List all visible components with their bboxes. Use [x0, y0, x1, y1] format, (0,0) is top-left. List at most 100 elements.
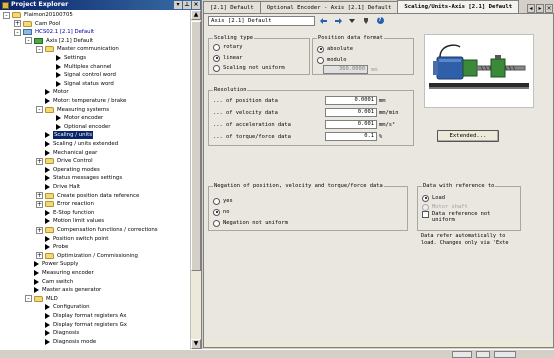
expand-icon[interactable]: + [36, 157, 43, 165]
expand-icon[interactable]: + [36, 192, 43, 200]
tree-item[interactable]: Diagnosis [36, 329, 79, 337]
tree-item[interactable]: Display format registers Ax [36, 312, 126, 320]
axis-selector-field[interactable]: Axis [2.1] Default [208, 15, 315, 26]
collapse-icon[interactable]: - [14, 28, 21, 36]
collapse-icon[interactable]: - [25, 295, 32, 303]
tree-item[interactable]: Signal control word [47, 71, 116, 79]
tree-item[interactable]: E-Stop function [36, 209, 94, 217]
expand-icon[interactable]: + [36, 226, 43, 234]
radio-load[interactable]: Load [422, 194, 445, 202]
radio-absolute[interactable]: absolute [317, 45, 353, 53]
radio-negation-not-uniform[interactable]: Negation not uniform [213, 219, 288, 227]
tree-item[interactable]: Position switch point [36, 235, 108, 243]
radio-scaling-not-uniform-button[interactable] [213, 64, 220, 72]
tree-item[interactable]: - HCS02.1 [2.1] Default [14, 28, 94, 36]
tree-item[interactable]: - Axis [2.1] Default [25, 37, 93, 45]
connection-icon[interactable] [476, 351, 490, 358]
tree-item[interactable]: + Optimization / Commissioning [36, 252, 138, 260]
radio-negation-no[interactable]: no [213, 208, 230, 216]
collapse-icon[interactable]: - [25, 37, 32, 45]
tree-vertical-scrollbar[interactable]: ▲ ▼ [190, 10, 201, 349]
tree-item[interactable]: Power Supply [25, 260, 78, 268]
tree-item[interactable]: Mechanical gear [36, 149, 97, 157]
scroll-thumb[interactable] [191, 21, 201, 271]
settings-icon[interactable] [361, 16, 371, 26]
scroll-up-icon[interactable]: ▲ [191, 10, 201, 20]
radio-modulo-button[interactable] [317, 56, 324, 64]
expand-icon[interactable]: + [36, 200, 43, 208]
dropdown-arrow-icon[interactable] [347, 16, 357, 26]
tree-item[interactable]: - Master communication [36, 45, 119, 53]
radio-scaling-not-uniform[interactable]: Scaling not uniform [213, 64, 285, 72]
tree-item[interactable]: Optional encoder [47, 123, 110, 131]
pin-icon[interactable]: ⊥ [183, 1, 191, 9]
radio-motor-shaft-button[interactable] [422, 203, 429, 211]
tree-item[interactable]: Motion limit values [36, 217, 104, 225]
data-reference-checkbox-row[interactable]: Data reference not uniform [422, 211, 502, 225]
tree-item[interactable]: Motor [36, 88, 69, 96]
radio-negation-not-uniform-button[interactable] [213, 219, 220, 227]
tree-item[interactable]: Settings [47, 54, 86, 62]
network-status-icon[interactable] [452, 351, 472, 358]
radio-rotary-button[interactable] [213, 43, 220, 51]
device-status-icon[interactable] [494, 351, 516, 358]
tree-item[interactable]: + Error reaction [36, 200, 94, 208]
tree-item[interactable]: Measuring encoder [25, 269, 94, 277]
tree-item[interactable]: Motor: temperature / brake [36, 97, 126, 105]
scroll-down-icon[interactable]: ▼ [191, 339, 201, 349]
extended-button[interactable]: Extended... [437, 130, 499, 142]
tab-close-icon[interactable]: × [545, 4, 553, 13]
tree-item[interactable]: Drive Halt [36, 183, 80, 191]
collapse-icon[interactable]: - [36, 45, 43, 53]
tree-item[interactable]: - Measuring systems [36, 106, 109, 114]
tree-item[interactable]: Configuration [36, 303, 90, 311]
radio-negation-yes-button[interactable] [213, 197, 220, 205]
tree-item[interactable]: Signal status word [47, 80, 114, 88]
tree-item[interactable]: Motor encoder [47, 114, 103, 122]
tree-item[interactable]: + Drive Control [36, 157, 93, 165]
collapse-icon[interactable]: - [3, 11, 10, 19]
tree-item[interactable]: Probe [36, 243, 68, 251]
tree-item[interactable]: + Create position data reference [36, 192, 139, 200]
tree-item[interactable]: Scaling / units [36, 131, 94, 140]
tree-item[interactable]: Multiplex channel [47, 63, 112, 71]
nav-back-icon[interactable] [319, 16, 329, 26]
radio-rotary[interactable]: rotary [213, 43, 242, 51]
radio-modulo[interactable]: modulo [317, 56, 346, 64]
torque-resolution-field[interactable]: 0.1 [325, 132, 377, 141]
tab-optional-encoder[interactable]: Optional Encoder - Axis [2.1] Default [259, 1, 399, 13]
help-icon[interactable]: ? [375, 16, 385, 26]
tree-item[interactable]: - MLD [25, 295, 58, 303]
tree-item[interactable]: Display format registers Gx [36, 321, 127, 329]
content-horizontal-scrollbar[interactable] [204, 340, 553, 347]
collapse-icon[interactable]: - [36, 106, 43, 114]
radio-linear-button[interactable] [213, 54, 220, 62]
tab-scroll-left-icon[interactable]: ◂ [527, 4, 535, 13]
tab-scaling-units[interactable]: Scaling/Units-Axis [2.1] Default [397, 0, 520, 13]
tree-item[interactable]: + Cam Pool [14, 20, 60, 28]
radio-linear[interactable]: linear [213, 54, 242, 62]
acceleration-resolution-field[interactable]: 0.001 [325, 120, 377, 129]
modulo-value-field[interactable]: 360.0000 [323, 65, 368, 74]
data-reference-checkbox[interactable] [422, 211, 429, 218]
expand-icon[interactable]: + [36, 252, 43, 260]
radio-absolute-button[interactable] [317, 45, 324, 53]
velocity-resolution-field[interactable]: 0.001 [325, 108, 377, 117]
close-icon[interactable]: × [192, 1, 200, 9]
tree-item[interactable]: Cam switch [25, 278, 73, 286]
tree-item[interactable]: Diagnosis mode [36, 338, 96, 346]
tree-item[interactable]: - Flaimon20100705 [3, 11, 73, 19]
tab-scroll-right-icon[interactable]: ▸ [536, 4, 544, 13]
tab-default[interactable]: [2.1] Default [203, 1, 261, 13]
radio-negation-no-button[interactable] [213, 208, 220, 216]
nav-forward-icon[interactable] [333, 16, 343, 26]
radio-load-button[interactable] [422, 194, 429, 202]
expand-icon[interactable]: + [14, 20, 21, 28]
tree-item[interactable]: Operating modes [36, 166, 100, 174]
tree-item[interactable]: Scaling / units extended [36, 140, 118, 148]
tree-item[interactable]: Master axis generator [25, 286, 101, 294]
tree-item[interactable]: Status messages settings [36, 174, 122, 182]
radio-negation-yes[interactable]: yes [213, 197, 233, 205]
position-resolution-field[interactable]: 0.0001 [325, 96, 377, 105]
tree-item[interactable]: + Compensation functions / corrections [36, 226, 158, 234]
